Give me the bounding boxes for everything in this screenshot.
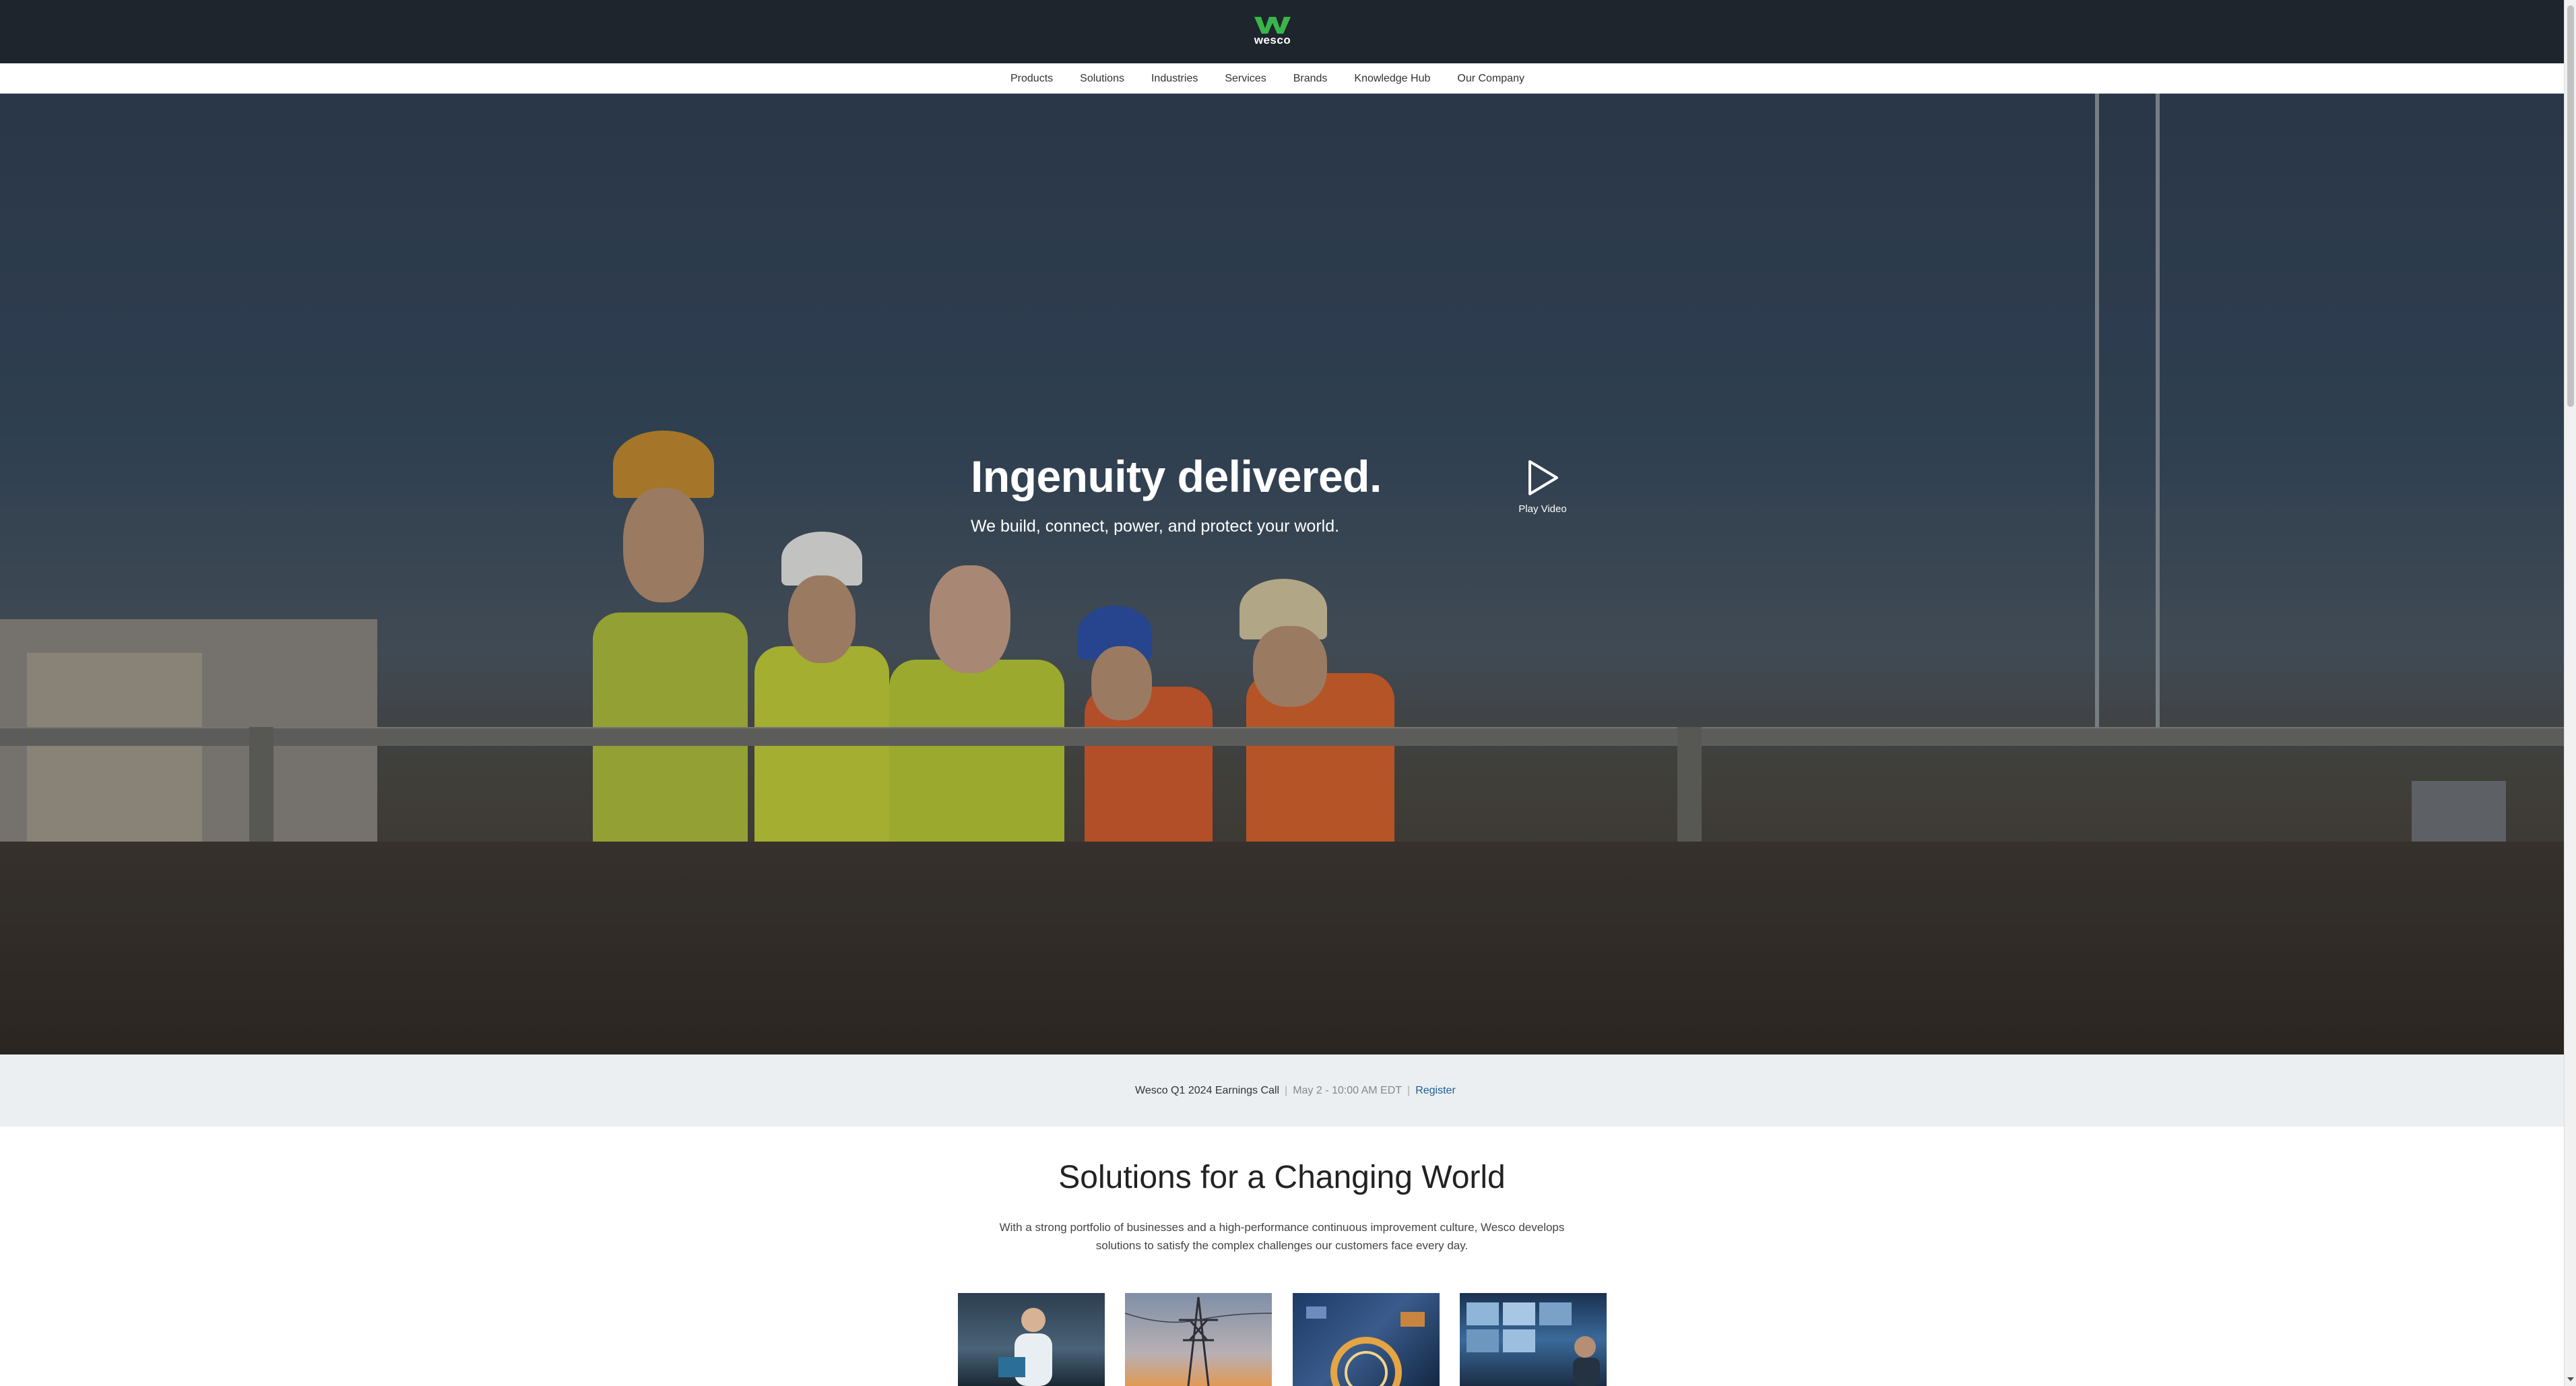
solution-tile-circuit[interactable]: [1293, 1293, 1440, 1386]
logo-text: wesco: [1254, 34, 1291, 46]
announcement-date: May 2 - 10:00 AM EDT: [1293, 1084, 1403, 1096]
nav-item-brands[interactable]: Brands: [1293, 73, 1328, 85]
hero-title: Ingenuity delivered.: [971, 451, 1382, 501]
engineer-photo-icon: [998, 1308, 1052, 1386]
page-scrollbar[interactable]: [2564, 0, 2576, 1386]
hero-overlay: [0, 94, 2564, 1054]
nav-item-knowledge-hub[interactable]: Knowledge Hub: [1354, 73, 1430, 85]
play-icon: [1528, 460, 1558, 495]
nav-item-our-company[interactable]: Our Company: [1457, 73, 1524, 85]
section-description: With a strong portfolio of businesses an…: [999, 1221, 1565, 1252]
hero-video: Ingenuity delivered. We build, connect, …: [0, 94, 2564, 1054]
separator: |: [1407, 1084, 1411, 1096]
nav-item-solutions[interactable]: Solutions: [1080, 73, 1124, 85]
nav-item-products[interactable]: Products: [1010, 73, 1053, 85]
security-monitors-photo-icon: [1467, 1302, 1600, 1386]
play-video-button[interactable]: Play Video: [1516, 458, 1570, 515]
wesco-logo[interactable]: wesco: [1253, 15, 1292, 49]
scroll-down-icon[interactable]: [2567, 1377, 2574, 1381]
power-tower-photo-icon: [1125, 1296, 1272, 1386]
solution-tile-engineer[interactable]: [958, 1293, 1105, 1386]
site-header: wesco: [0, 0, 2564, 63]
register-link[interactable]: Register: [1415, 1085, 1456, 1097]
logo-mark-icon: [1254, 17, 1291, 34]
scrollbar-thumb[interactable]: [2567, 5, 2574, 407]
announcement-title: Wesco Q1 2024 Earnings Call: [1135, 1084, 1280, 1096]
section-title: Solutions for a Changing World: [1058, 1160, 1506, 1195]
nav-item-services[interactable]: Services: [1225, 73, 1266, 85]
main-nav: Products Solutions Industries Services B…: [0, 63, 2564, 94]
hero-subtitle: We build, connect, power, and protect yo…: [971, 517, 1340, 536]
nav-item-industries[interactable]: Industries: [1151, 73, 1198, 85]
solution-tile-security[interactable]: [1460, 1293, 1607, 1386]
earnings-call-banner: Wesco Q1 2024 Earnings Call | May 2 - 10…: [0, 1054, 2564, 1127]
solution-tile-power[interactable]: [1125, 1293, 1272, 1386]
circuit-ring-photo-icon: [1306, 1306, 1425, 1386]
separator: |: [1285, 1084, 1288, 1096]
play-video-label: Play Video: [1518, 503, 1567, 515]
